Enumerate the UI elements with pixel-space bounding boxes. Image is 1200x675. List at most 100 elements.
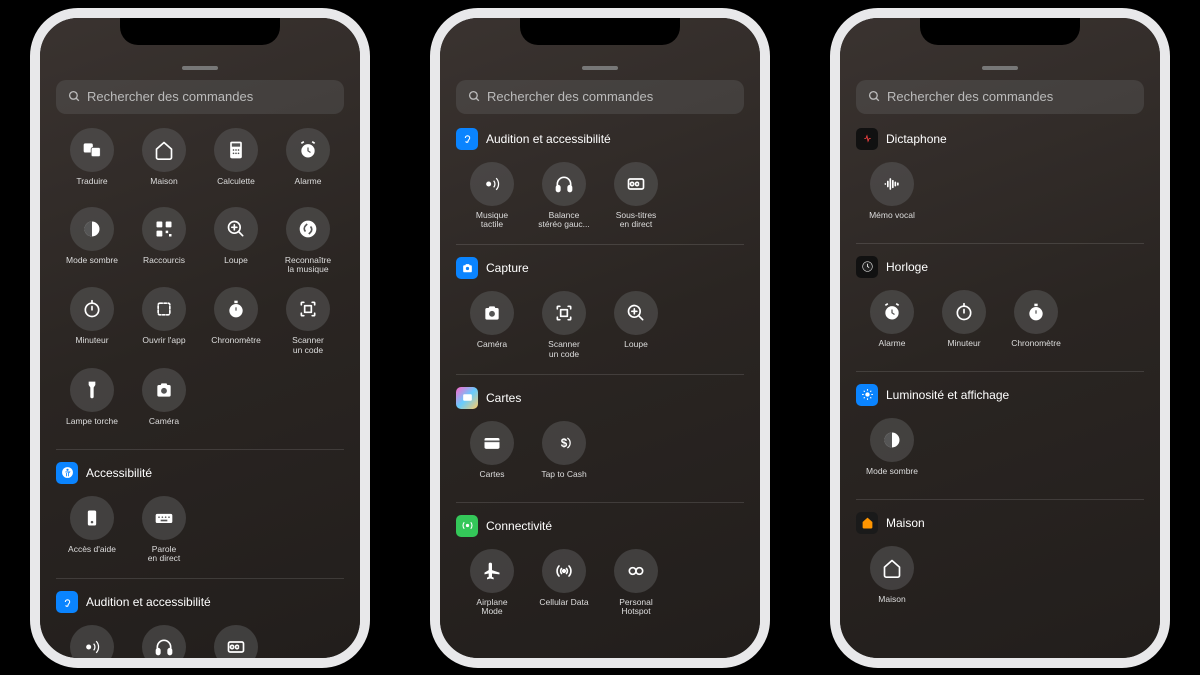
section-header: Audition et accessibilité bbox=[456, 128, 744, 150]
control-item-scan[interactable]: Scanner un code bbox=[272, 287, 344, 356]
section-grid: Airplane ModeCellular Data Personal Hotsp… bbox=[456, 549, 744, 618]
control-item-cc[interactable]: Sous-titres en direct bbox=[600, 162, 672, 231]
control-item-home[interactable]: Maison bbox=[128, 128, 200, 195]
section-header: Horloge bbox=[856, 256, 1144, 278]
openapp-icon bbox=[142, 287, 186, 331]
timer-icon bbox=[942, 290, 986, 334]
control-item-timer[interactable]: Minuteur bbox=[56, 287, 128, 356]
control-label: Ouvrir l'app bbox=[142, 336, 185, 354]
control-label: Cartes bbox=[479, 470, 504, 488]
search-icon bbox=[868, 90, 881, 103]
cc-icon bbox=[214, 625, 258, 657]
control-label: Chronomètre bbox=[1011, 339, 1061, 357]
dark-icon bbox=[70, 207, 114, 251]
control-item-headphones[interactable]: Balance stéréo gauc... bbox=[528, 162, 600, 231]
cc-icon bbox=[614, 162, 658, 206]
section-header: Audition et accessibilité bbox=[56, 591, 344, 613]
control-item-assist[interactable]: Accès d'aide bbox=[56, 496, 128, 565]
control-item-alarm[interactable]: Alarme bbox=[272, 128, 344, 195]
control-item-camera[interactable]: Caméra bbox=[456, 291, 528, 360]
home-icon bbox=[142, 128, 186, 172]
haptic-icon bbox=[70, 625, 114, 657]
separator bbox=[56, 578, 344, 579]
control-item-wallet[interactable]: Cartes bbox=[456, 421, 528, 488]
section-grid: Mémo vocal bbox=[856, 162, 1144, 229]
phone-1: Rechercher des commandes Traduire Maison C… bbox=[30, 8, 370, 668]
hotspot-icon bbox=[614, 549, 658, 593]
control-item-haptic[interactable]: Musique tactile bbox=[456, 162, 528, 231]
control-label: Minuteur bbox=[947, 339, 980, 357]
control-item-alarm[interactable]: Alarme bbox=[856, 290, 928, 357]
grabber[interactable] bbox=[582, 66, 618, 70]
separator bbox=[56, 449, 344, 450]
control-item-headphones[interactable] bbox=[128, 625, 200, 657]
control-item-dark[interactable]: Mode sombre bbox=[56, 207, 128, 276]
home-icon bbox=[870, 546, 914, 590]
section-badge-icon bbox=[56, 591, 78, 613]
scan-icon bbox=[542, 291, 586, 335]
search-placeholder: Rechercher des commandes bbox=[887, 89, 1053, 104]
shazam-icon bbox=[286, 207, 330, 251]
timer-icon bbox=[70, 287, 114, 331]
section-badge-icon bbox=[856, 384, 878, 406]
control-item-calc[interactable]: Calculette bbox=[200, 128, 272, 195]
control-item-qr[interactable]: Raccourcis bbox=[128, 207, 200, 276]
section-header: Dictaphone bbox=[856, 128, 1144, 150]
control-item-cc[interactable] bbox=[200, 625, 272, 657]
control-item-stopwatch[interactable]: Chronomètre bbox=[1000, 290, 1072, 357]
wave-icon bbox=[870, 162, 914, 206]
control-label: Tap to Cash bbox=[541, 470, 586, 488]
section-grid: Cartes $Tap to Cash bbox=[456, 421, 744, 488]
control-label: Scanner un code bbox=[548, 340, 580, 360]
control-label: Personal Hotspot bbox=[619, 598, 653, 618]
section-badge-icon bbox=[456, 257, 478, 279]
control-item-hotspot[interactable]: Personal Hotspot bbox=[600, 549, 672, 618]
section-badge-icon bbox=[856, 256, 878, 278]
control-label: Musique tactile bbox=[476, 211, 508, 231]
control-item-keyboard[interactable]: Parole en direct bbox=[128, 496, 200, 565]
screen: Rechercher des commandes Traduire Maison C… bbox=[40, 18, 360, 658]
control-label: Caméra bbox=[149, 417, 179, 435]
control-item-magnify[interactable]: Loupe bbox=[200, 207, 272, 276]
control-item-camera[interactable]: Caméra bbox=[128, 368, 200, 435]
search-input[interactable]: Rechercher des commandes bbox=[856, 80, 1144, 114]
headphones-icon bbox=[542, 162, 586, 206]
section-badge-icon bbox=[456, 128, 478, 150]
control-item-wave[interactable]: Mémo vocal bbox=[856, 162, 928, 229]
section-grid: Musique tactile Balance stéréo gauc...Sou… bbox=[456, 162, 744, 231]
control-item-cellular[interactable]: Cellular Data bbox=[528, 549, 600, 618]
notch bbox=[520, 17, 680, 45]
keyboard-icon bbox=[142, 496, 186, 540]
control-item-haptic[interactable] bbox=[56, 625, 128, 657]
control-label: Reconnaître la musique bbox=[285, 256, 331, 276]
grabber[interactable] bbox=[182, 66, 218, 70]
section-title: Maison bbox=[886, 516, 925, 530]
search-input[interactable]: Rechercher des commandes bbox=[456, 80, 744, 114]
control-item-translate[interactable]: Traduire bbox=[56, 128, 128, 195]
control-item-tapcash[interactable]: $Tap to Cash bbox=[528, 421, 600, 488]
control-label: Lampe torche bbox=[66, 417, 118, 435]
search-input[interactable]: Rechercher des commandes bbox=[56, 80, 344, 114]
section-title: Dictaphone bbox=[886, 132, 947, 146]
control-item-stopwatch[interactable]: Chronomètre bbox=[200, 287, 272, 356]
control-label: Parole en direct bbox=[148, 545, 181, 565]
grabber[interactable] bbox=[982, 66, 1018, 70]
control-item-timer[interactable]: Minuteur bbox=[928, 290, 1000, 357]
section-title: Capture bbox=[486, 261, 529, 275]
alarm-icon bbox=[286, 128, 330, 172]
control-item-home[interactable]: Maison bbox=[856, 546, 928, 613]
phone-3: Rechercher des commandes Dictaphone Mémo … bbox=[830, 8, 1170, 668]
control-item-dark[interactable]: Mode sombre bbox=[856, 418, 928, 485]
search-placeholder: Rechercher des commandes bbox=[87, 89, 253, 104]
control-item-magnify[interactable]: Loupe bbox=[600, 291, 672, 360]
control-label: Maison bbox=[150, 177, 177, 195]
control-item-openapp[interactable]: Ouvrir l'app bbox=[128, 287, 200, 356]
section-badge-icon bbox=[456, 515, 478, 537]
section-header: Accessibilité bbox=[56, 462, 344, 484]
section-title: Luminosité et affichage bbox=[886, 388, 1009, 402]
control-item-scan[interactable]: Scanner un code bbox=[528, 291, 600, 360]
control-item-airplane[interactable]: Airplane Mode bbox=[456, 549, 528, 618]
control-label: Alarme bbox=[879, 339, 906, 357]
control-item-flashlight[interactable]: Lampe torche bbox=[56, 368, 128, 435]
control-item-shazam[interactable]: Reconnaître la musique bbox=[272, 207, 344, 276]
